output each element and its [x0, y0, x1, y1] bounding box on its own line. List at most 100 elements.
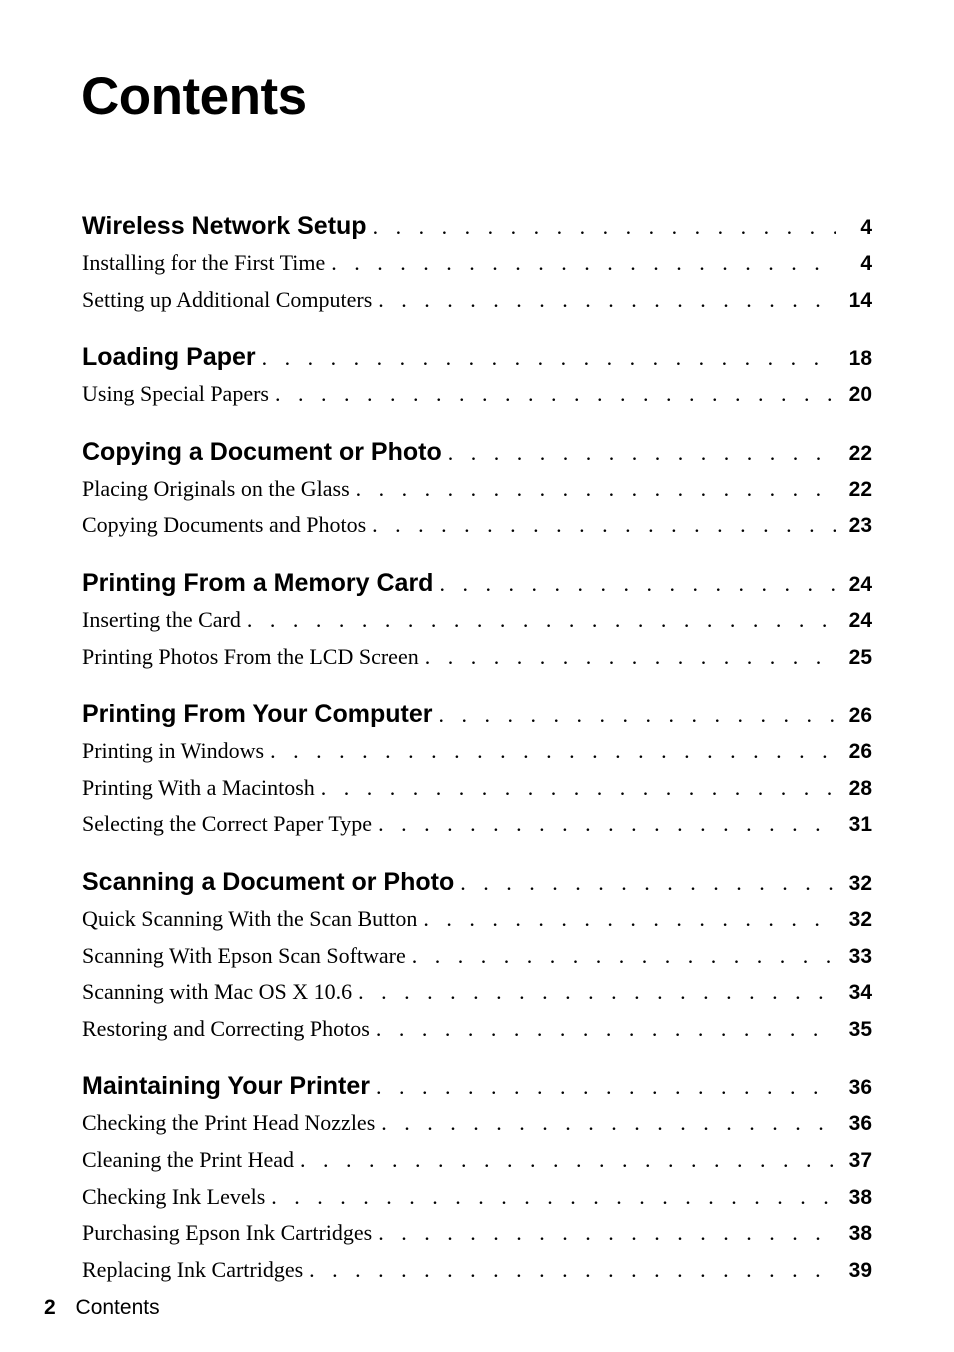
page-number: 24 — [848, 608, 872, 632]
page-number: 35 — [848, 1017, 872, 1041]
page-number: 36 — [848, 1076, 872, 1100]
page-number: 26 — [848, 740, 872, 764]
dot-leader — [425, 644, 836, 670]
page-number: 38 — [848, 1222, 872, 1246]
dot-leader — [275, 381, 836, 407]
toc-entry[interactable]: Replacing Ink Cartridges 39 — [82, 1257, 872, 1294]
dot-leader — [300, 1147, 836, 1173]
dot-leader — [423, 906, 836, 932]
toc-entry[interactable]: Purchasing Epson Ink Cartridges 38 — [82, 1220, 872, 1257]
dot-leader — [373, 214, 836, 240]
section-title: Maintaining Your Printer — [82, 1072, 370, 1101]
toc-entry[interactable]: Cleaning the Print Head 37 — [82, 1147, 872, 1184]
page-number: 22 — [848, 477, 872, 501]
dot-leader — [262, 345, 836, 371]
dot-leader — [438, 702, 836, 728]
page-number: 31 — [848, 813, 872, 837]
page-number: 14 — [848, 288, 872, 312]
entry-label: Cleaning the Print Head — [82, 1146, 295, 1172]
toc-section: Printing From Your Computer26Printing in… — [82, 700, 872, 848]
toc-entry[interactable]: Inserting the Card 24 — [82, 607, 872, 644]
dot-leader — [460, 870, 836, 896]
toc-entry[interactable]: Placing Originals on the Glass 22 — [82, 476, 872, 513]
entry-label: Scanning with Mac OS X 10.6 — [82, 979, 353, 1005]
page-number: 4 — [860, 252, 872, 275]
toc-entry[interactable]: Printing With a Macintosh 28 — [82, 775, 872, 812]
toc-section-heading[interactable]: Printing From Your Computer 26 — [82, 700, 872, 738]
toc-entry[interactable]: Checking the Print Head Nozzles 36 — [82, 1110, 872, 1147]
entry-label: Restoring and Correcting Photos — [82, 1015, 370, 1041]
section-title: Printing From a Memory Card — [82, 568, 434, 597]
toc-entry[interactable]: Restoring and Correcting Photos 35 — [82, 1016, 872, 1053]
page-number: 22 — [848, 441, 872, 465]
toc-entry[interactable]: Installing for the First Time 4 — [82, 250, 872, 287]
footer-label: Contents — [75, 1296, 160, 1319]
section-title: Loading Paper — [82, 343, 256, 372]
entry-label: Replacing Ink Cartridges — [82, 1256, 304, 1282]
page-title: Contents — [81, 67, 307, 126]
page-number: 39 — [848, 1258, 872, 1282]
toc-entry[interactable]: Quick Scanning With the Scan Button 32 — [82, 906, 872, 943]
toc-section: Copying a Document or Photo22Placing Ori… — [82, 438, 872, 549]
dot-leader — [378, 811, 836, 837]
dot-leader — [412, 943, 836, 969]
toc-entry[interactable]: Setting up Additional Computers 14 — [82, 287, 872, 324]
page-footer: 2 Contents — [44, 1296, 160, 1320]
dot-leader — [378, 1220, 836, 1246]
dot-leader — [247, 607, 836, 633]
toc-entry[interactable]: Selecting the Correct Paper Type 31 — [82, 811, 872, 848]
page-number: 25 — [848, 645, 872, 669]
page-number: 32 — [848, 907, 872, 931]
dot-leader — [356, 476, 836, 502]
entry-label: Using Special Papers — [82, 381, 269, 407]
section-title: Wireless Network Setup — [82, 212, 367, 240]
dot-leader — [270, 738, 836, 764]
page-number: 34 — [848, 981, 872, 1005]
toc-section-heading[interactable]: Maintaining Your Printer 36 — [82, 1072, 872, 1110]
dot-leader — [358, 979, 836, 1005]
section-title: Printing From Your Computer — [82, 700, 433, 729]
toc-section-heading[interactable]: Scanning a Document or Photo 32 — [82, 868, 872, 906]
entry-label: Printing in Windows — [82, 738, 265, 764]
toc-entry[interactable]: Scanning With Epson Scan Software 33 — [82, 943, 872, 980]
toc-section-heading[interactable]: Wireless Network Setup 4 — [82, 212, 872, 250]
toc-entry[interactable]: Scanning with Mac OS X 10.6 34 — [82, 979, 872, 1016]
page-number: 23 — [848, 514, 872, 538]
section-title: Copying a Document or Photo — [82, 437, 442, 466]
entry-label: Quick Scanning With the Scan Button — [82, 905, 418, 931]
page-number: 37 — [848, 1148, 872, 1172]
page-number: 32 — [848, 871, 872, 895]
toc-entry[interactable]: Checking Ink Levels 38 — [82, 1184, 872, 1221]
toc-section: Scanning a Document or Photo32Quick Scan… — [82, 868, 872, 1052]
toc-section: Wireless Network Setup4Installing for th… — [82, 212, 872, 323]
entry-label: Inserting the Card — [82, 606, 241, 632]
entry-label: Placing Originals on the Glass — [82, 475, 350, 501]
page-number: 28 — [848, 776, 872, 800]
table-of-contents: Wireless Network Setup4Installing for th… — [82, 212, 872, 1313]
toc-section-heading[interactable]: Printing From a Memory Card 24 — [82, 569, 872, 607]
dot-leader — [376, 1016, 836, 1042]
dot-leader — [439, 571, 836, 597]
toc-section-heading[interactable]: Copying a Document or Photo 22 — [82, 438, 872, 476]
page-number: 20 — [848, 383, 872, 407]
toc-section-heading[interactable]: Loading Paper 18 — [82, 343, 872, 381]
entry-label: Installing for the First Time — [82, 250, 326, 275]
toc-entry[interactable]: Using Special Papers 20 — [82, 381, 872, 418]
toc-entry[interactable]: Copying Documents and Photos 23 — [82, 512, 872, 549]
entry-label: Selecting the Correct Paper Type — [82, 811, 373, 837]
toc-entry[interactable]: Printing in Windows 26 — [82, 738, 872, 775]
page-number: 38 — [848, 1185, 872, 1209]
toc-section: Printing From a Memory Card24Inserting t… — [82, 569, 872, 680]
dot-leader — [309, 1257, 836, 1283]
entry-label: Copying Documents and Photos — [82, 512, 367, 538]
toc-entry[interactable]: Printing Photos From the LCD Screen 25 — [82, 644, 872, 681]
dot-leader — [372, 512, 836, 538]
entry-label: Printing With a Macintosh — [82, 774, 315, 800]
entry-label: Setting up Additional Computers — [82, 286, 373, 312]
dot-leader — [321, 775, 836, 801]
entry-label: Printing Photos From the LCD Screen — [82, 643, 419, 669]
entry-label: Checking the Print Head Nozzles — [82, 1110, 376, 1136]
section-title: Scanning a Document or Photo — [82, 867, 455, 896]
entry-label: Scanning With Epson Scan Software — [82, 942, 406, 968]
dot-leader — [378, 287, 836, 313]
